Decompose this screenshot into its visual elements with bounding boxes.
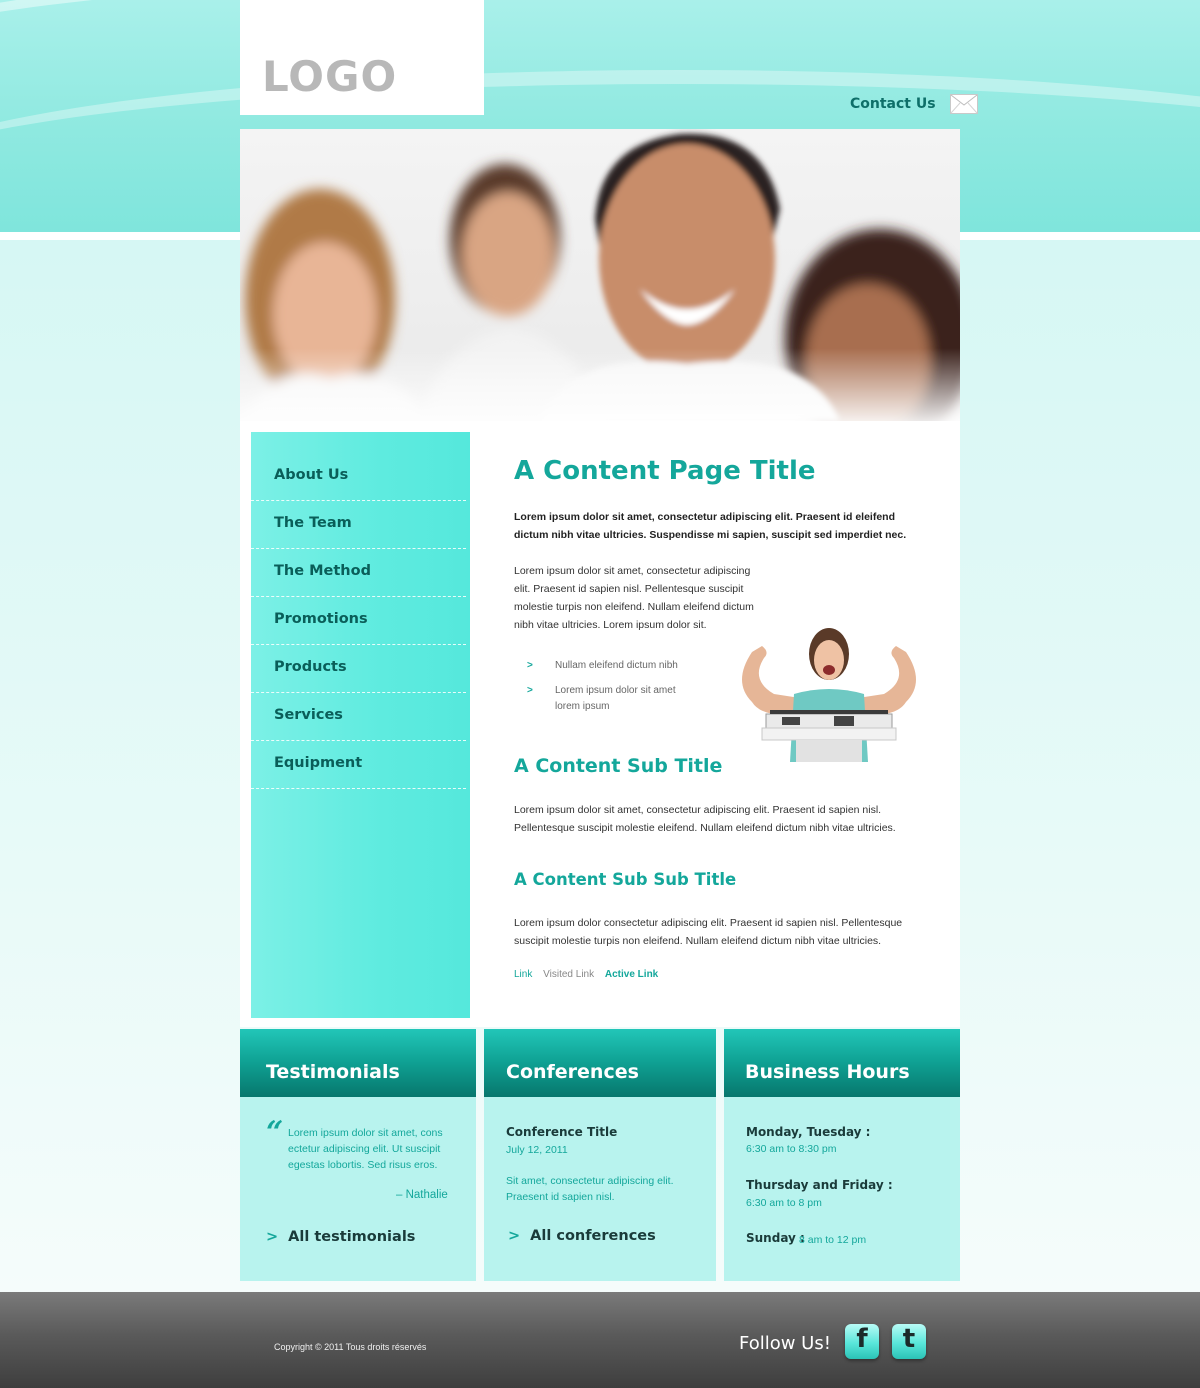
footer: Copyright © 2011 Tous droits réservés Fo… — [0, 1292, 1200, 1388]
twitter-glyph[interactable]: t — [892, 1324, 926, 1354]
sidebar-nav: About Us The Team The Method Promotions … — [251, 432, 470, 1018]
hours-time: 6:30 am to 8 pm — [746, 1197, 822, 1209]
visited-link[interactable]: Visited Link — [543, 969, 594, 980]
sidebar-item-about-us[interactable]: About Us — [251, 453, 466, 501]
testimonial-author: – Nathalie — [396, 1189, 448, 1201]
hero-people-illustration — [240, 129, 960, 421]
follow-us-label: Follow Us! — [739, 1333, 831, 1354]
bullet-list: > Nullam eleifend dictum nibh > Lorem ip… — [527, 658, 727, 724]
envelope-icon[interactable] — [949, 94, 978, 114]
sub-paragraph: Lorem ipsum dolor sit amet, consectetur … — [514, 804, 896, 834]
facebook-glyph[interactable]: f — [845, 1324, 879, 1354]
active-link[interactable]: Active Link — [605, 969, 658, 980]
conference-date: July 12, 2011 — [506, 1144, 568, 1156]
hours-time: 8 am to 12 pm — [799, 1234, 867, 1246]
all-testimonials-label[interactable]: All testimonials — [288, 1229, 415, 1245]
sidebar-item-promotions[interactable]: Promotions — [251, 597, 466, 645]
quote-icon: “ — [266, 1115, 284, 1150]
conferences-title: Conferences — [506, 1061, 639, 1083]
hours-time: 6:30 am to 8:30 pm — [746, 1143, 837, 1155]
contact-label[interactable]: Contact Us — [850, 96, 936, 112]
testimonials-title: Testimonials — [266, 1061, 400, 1083]
list-item-text: Lorem ipsum dolor sit amet lorem ipsum — [555, 685, 676, 712]
copyright: Copyright © 2011 Tous droits réservés — [274, 1342, 427, 1352]
sidebar-item-label[interactable]: The Method — [274, 563, 371, 579]
sidebar-item-label[interactable]: The Team — [274, 515, 352, 531]
sidebar-item-the-team[interactable]: The Team — [251, 501, 466, 549]
list-item: > Lorem ipsum dolor sit amet lorem ipsum — [527, 683, 677, 715]
list-item-text: Nullam eleifend dictum nibh — [555, 660, 678, 671]
all-testimonials-link[interactable]: > All testimonials — [266, 1229, 415, 1245]
testimonial-quote: Lorem ipsum dolor sit amet, cons ectetur… — [288, 1127, 443, 1171]
sidebar-item-label[interactable]: Promotions — [274, 611, 368, 627]
conference-title[interactable]: Conference Title — [506, 1125, 617, 1139]
testimonials-box: Testimonials “ Lorem ipsum dolor sit ame… — [240, 1029, 476, 1281]
content-subsubtitle: A Content Sub Sub Title — [514, 870, 737, 889]
list-item: > Nullam eleifend dictum nibh — [527, 658, 727, 674]
sidebar-item-equipment[interactable]: Equipment — [251, 741, 466, 789]
link[interactable]: Link — [514, 969, 532, 980]
conference-description: Sit amet, consectetur adipiscing elit. P… — [506, 1175, 674, 1203]
twitter-icon[interactable]: t — [892, 1324, 926, 1359]
woman-on-scale-image — [742, 628, 916, 762]
hero-image — [240, 129, 960, 421]
logo[interactable]: LOGO — [262, 52, 397, 101]
link-samples: Link Visited Link Active Link — [514, 969, 666, 980]
hours-days: Sunday : — [746, 1231, 805, 1245]
subsub-paragraph: Lorem ipsum dolor consectetur adipiscing… — [514, 917, 903, 947]
sidebar-item-services[interactable]: Services — [251, 693, 466, 741]
content-subtitle: A Content Sub Title — [514, 755, 723, 777]
sidebar-item-label[interactable]: Products — [274, 659, 347, 675]
all-conferences-label[interactable]: All conferences — [530, 1228, 656, 1244]
lead-paragraph: Lorem ipsum dolor sit amet, consectetur … — [514, 511, 907, 541]
business-hours-box: Business Hours Monday, Tuesday : 6:30 am… — [724, 1029, 960, 1281]
chevron-right-icon: > — [508, 1228, 521, 1244]
hours-days: Thursday and Friday : — [746, 1178, 893, 1192]
sidebar-item-label[interactable]: Services — [274, 707, 343, 723]
sidebar-item-label[interactable]: Equipment — [274, 755, 362, 771]
business-hours-title: Business Hours — [745, 1061, 910, 1083]
chevron-right-icon: > — [527, 660, 533, 671]
chevron-right-icon: > — [266, 1229, 279, 1245]
sidebar-item-the-method[interactable]: The Method — [251, 549, 466, 597]
sidebar-item-label[interactable]: About Us — [274, 467, 348, 483]
logo-box[interactable]: LOGO — [240, 0, 484, 115]
conferences-box: Conferences Conference Title July 12, 20… — [484, 1029, 716, 1281]
contact-link[interactable]: Contact Us — [850, 94, 978, 114]
chevron-right-icon: > — [527, 685, 533, 696]
sidebar-item-products[interactable]: Products — [251, 645, 466, 693]
all-conferences-link[interactable]: > All conferences — [508, 1228, 656, 1244]
page-title: A Content Page Title — [514, 456, 816, 486]
facebook-icon[interactable]: f — [845, 1324, 879, 1359]
hours-days: Monday, Tuesday : — [746, 1125, 871, 1139]
